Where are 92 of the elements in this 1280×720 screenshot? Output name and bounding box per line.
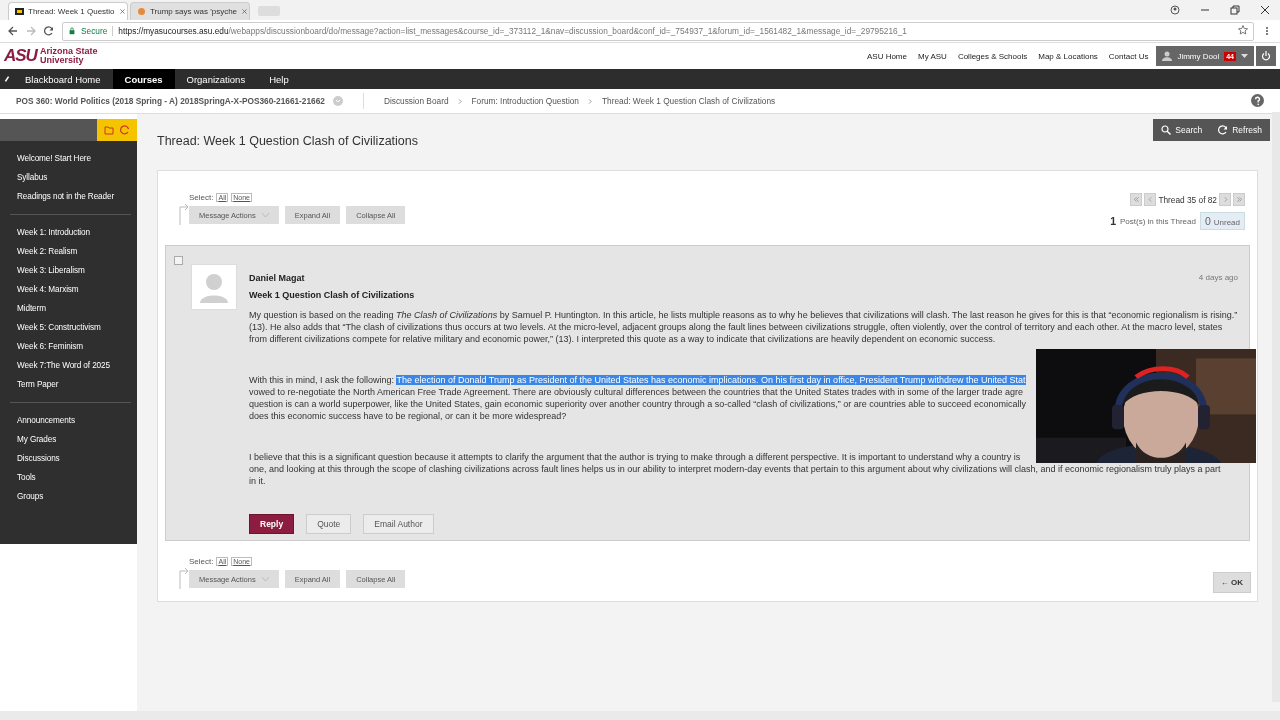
post-paragraph: My question is based on the reading The Clash of Civilizations by Samuel P. Huntington. In this article, he lists multiple reasons as to why he believes that civilizations will clash. The last reason he gives for this is that “economic regionalism is rising.” (13). He also adds that “The clash of civilizations thus occurs at two levels. At the micro-level, adjacent groups along the fault lines between civilizations struggle, often violently, over the control of territory and each other. At the macro level, states from different civilizations compete for relative military and economic power,” (13). I interpreted this quote as a way to indicate that civilizations are heavily dependent on economic success. [249,309,1239,345]
university-name: Arizona State University [39,47,98,65]
last-page-button[interactable] [1233,193,1245,206]
chevron-down-icon [261,576,269,582]
dropdown-icon [332,96,343,106]
nav-tab[interactable]: Blackboard Home [13,69,113,89]
close-icon [241,7,249,15]
browser-tab[interactable]: Trump says was 'psyche [130,2,250,20]
header-link[interactable]: Colleges & Schools [957,51,1028,61]
breadcrumb[interactable]: Discussion Board [383,96,449,106]
link-icon [2,75,11,83]
search-icon [1161,125,1172,135]
breadcrumb[interactable]: Thread: Week 1 Question Clash of Civilizations [601,96,776,106]
double-chevron-left-icon [1132,196,1140,203]
next-page-button[interactable] [1219,193,1231,206]
caret-icon [1241,53,1248,59]
refresh-icon [1218,125,1229,135]
chevron-down-icon [261,212,269,218]
chevron-right-icon [586,97,594,105]
nav-tab[interactable]: Help [257,69,301,89]
star-icon [1238,25,1248,35]
post-paragraph: I believe that this is a significant question because it attempts to clarify the argument that the author is trying to make through a different perspective. It is important to understand why a country is one, and looking at this through the scope of clashing civilizations across fault lines helps us in our ability to interpret modern-day events that pertain to this argument about why civilizations will clash, and if economic regionalism truly plays a part in it. [249,451,1222,487]
help-icon [1251,93,1264,107]
back-icon [8,26,18,36]
post-count-label: Post(s) in this Thread [1120,216,1196,226]
select-label: Select: [189,193,214,202]
reply-button[interactable]: Reply [249,514,295,534]
nav-tab[interactable]: Courses [112,69,175,89]
avatar-icon [191,264,237,310]
thread-arrow-icon [179,565,189,589]
user-icon [1162,51,1173,61]
sidebar-item[interactable]: Syllabus [10,168,131,187]
chevron-left-icon [1146,196,1154,203]
thread-position: Thread 35 of 82 [1158,194,1217,205]
nav-tab[interactable]: Organizations [174,69,258,89]
chevron-right-icon [456,97,464,105]
sidebar-item[interactable]: Week 3: Liberalism [10,261,131,280]
post-action-button[interactable]: Email Author [363,514,434,534]
sidebar-item[interactable]: Discussions [10,449,131,468]
sidebar-item[interactable]: Tools [10,468,131,487]
breadcrumb[interactable]: Forum: Introduction Question [471,96,579,106]
lock-icon [68,27,76,35]
sidebar-item[interactable]: Midterm [10,299,131,318]
search-button[interactable]: Search [1153,119,1211,141]
sidebar-item[interactable]: Term Paper [10,375,131,394]
folder-icon [104,125,114,135]
refresh-button[interactable]: Refresh [1210,119,1270,141]
app-icon [15,8,24,15]
sidebar-item[interactable]: Week 7:The Word of 2025 [10,356,131,375]
post-action-button[interactable]: Quote [306,514,352,534]
sidebar-item[interactable]: My Grades [10,430,131,449]
select-label: Select: [189,557,214,566]
header-link[interactable]: Contact Us [1108,51,1149,61]
sidebar-item[interactable]: Week 6: Feminism [10,337,131,356]
post-subject: Week 1 Question Clash of Civilizations [249,290,416,300]
forward-icon [26,26,36,36]
reload-icon [44,26,54,36]
power-icon [1261,51,1271,61]
site-icon [137,8,146,15]
sidebar-item[interactable]: Groups [10,487,131,506]
previous-page-button[interactable] [1144,193,1157,206]
unread-counter[interactable]: 0 Unread [1199,212,1245,230]
logo[interactable]: ASU [4,46,37,66]
sidebar-item[interactable]: Week 2: Realism [10,242,131,261]
post-author: Daniel Magat [249,273,305,283]
double-chevron-right-icon [1235,196,1243,203]
header-link[interactable]: My ASU [917,51,947,61]
sidebar-item[interactable]: Announcements [10,411,131,430]
sidebar-item[interactable]: Week 4: Marxism [10,280,131,299]
close-icon [1260,5,1270,15]
sidebar-item[interactable]: Week 5: Constructivism [10,318,131,337]
address-bar[interactable]: Secure https://myasucourses.asu.edu/webapps/discussionboard/do/message?action=list_messages&course_id=_373112_1&nav=discussion_board&conf_id=_754937_1&forum_id=_1561482_1&message_id=_29795216_1 [62,21,1254,41]
restore-icon [1230,5,1240,15]
page-title: Thread: Week 1 Question Clash of Civilizations [157,134,418,148]
thread-arrow-icon [179,201,189,225]
refresh-icon [120,125,130,135]
browser-tab[interactable]: Thread: Week 1 Questio [8,2,128,20]
account-icon [1170,5,1180,15]
header-link[interactable]: ASU Home [866,51,907,61]
first-page-button[interactable] [1130,193,1143,206]
post-time: 4 days ago [1198,273,1238,283]
header-link[interactable]: Map & Locations [1038,51,1098,61]
sidebar-item[interactable]: Readings not in the Reader [10,187,131,206]
post-checkbox[interactable] [174,256,183,265]
power-button[interactable] [1256,46,1276,66]
course-title[interactable]: POS 360: World Politics (2018 Spring - A) 2018SpringA-X-POS360-21661-21662 [16,96,325,106]
close-icon [118,7,126,15]
sidebar-item[interactable]: Week 1: Introduction [10,223,131,242]
sidebar-item[interactable]: Welcome! Start Here [10,149,131,168]
ok-button[interactable]: ← OK [1212,572,1251,593]
vertical-scrollbar[interactable] [1272,112,1280,702]
post-count: 1 [1110,215,1116,227]
